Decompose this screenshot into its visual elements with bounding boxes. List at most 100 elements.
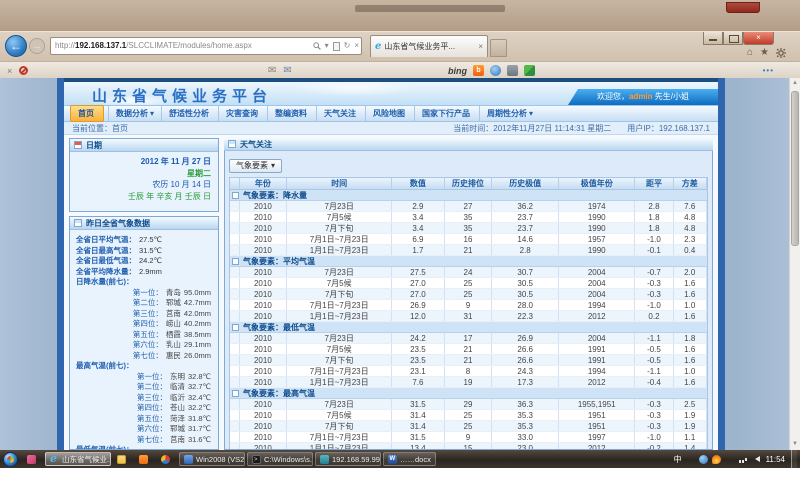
close-button[interactable]: × [743, 32, 774, 45]
group-checkbox[interactable] [232, 192, 239, 199]
group-checkbox[interactable] [232, 258, 239, 265]
table-row[interactable]: 2010 7月5候 27.0 25 30.5 2004 -0.3 [230, 278, 707, 289]
page-scrollbar[interactable]: ▲ ▼ [789, 78, 800, 450]
table-row[interactable]: 气象要素：降水量 [230, 190, 707, 201]
table-row[interactable]: 2010 7月1日~7月23日 31.5 9 33.0 1997 -1.0 [230, 432, 707, 443]
tray-icon[interactable] [686, 455, 695, 464]
cell-extreme: 26.6 [492, 344, 559, 354]
taskbar-task[interactable]: 山东省气候业... [45, 452, 111, 466]
taskbar-task[interactable]: 192.168.59.99... [315, 452, 381, 466]
search-icon[interactable] [313, 42, 321, 50]
nav-item[interactable]: 整编资料 [267, 106, 316, 121]
new-tab-button[interactable] [490, 39, 507, 57]
nav-item[interactable]: 数据分析 ▾ [108, 106, 161, 121]
table-row[interactable]: 2010 1月1日~7月23日 13.4 15 23.0 2012 -0.2 [230, 443, 707, 450]
nav-item[interactable]: 舒适性分析 [161, 106, 218, 121]
home-icon[interactable]: ⌂ [747, 47, 753, 58]
table-row[interactable]: 2010 7月1日~7月23日 6.9 16 14.6 1957 -1.0 [230, 234, 707, 245]
taskbar-task[interactable] [135, 452, 155, 466]
cell-anomaly: 1.8 [635, 223, 673, 233]
compatibility-view-icon[interactable] [333, 42, 340, 51]
scroll-down-arrow[interactable]: ▼ [790, 439, 800, 450]
table-row[interactable]: 2010 1月1日~7月23日 7.6 19 17.3 2012 -0.4 [230, 377, 707, 388]
table-row[interactable]: 气象要素：最高气温 [230, 388, 707, 399]
webpage: 山东省气候业务平台 欢迎您，admin 先生/小姐 首页 数据分析 [57, 78, 725, 450]
toolbar-app-icon-3[interactable] [524, 65, 535, 76]
table-row[interactable]: 2010 7月23日 2.9 27 36.2 1974 2.8 [230, 201, 707, 212]
tray-icon[interactable] [738, 455, 747, 464]
settings-gear-icon[interactable] [776, 48, 786, 58]
taskbar-task[interactable]: Win2008 (VS2... [179, 452, 245, 466]
tab-close-button[interactable]: × [478, 42, 483, 51]
taskbar-task[interactable] [113, 452, 133, 466]
show-desktop-button[interactable] [791, 450, 797, 468]
address-dropdown-caret[interactable]: ▾ [325, 38, 329, 54]
cell-rank: 25 [445, 421, 493, 431]
toolbar-more-icon[interactable]: ••• [763, 66, 774, 75]
taskbar-clock[interactable]: 11:54 [766, 455, 785, 464]
tray-icon[interactable] [699, 455, 708, 464]
table-row[interactable]: 2010 7月下旬 27.0 25 30.5 2004 -0.3 [230, 289, 707, 300]
toolbar-app-icon-1[interactable] [490, 65, 501, 76]
minimize-button[interactable] [703, 32, 723, 45]
bing-logo[interactable]: bing [448, 66, 467, 76]
nav-item[interactable]: 风险地图 [365, 106, 414, 121]
nav-item[interactable]: 首页 [70, 105, 104, 122]
table-row[interactable]: 气象要素：最低气温 [230, 322, 707, 333]
mail-icon[interactable]: ✉ [268, 65, 276, 76]
taskbar-task[interactable] [23, 452, 43, 466]
group-checkbox[interactable] [232, 390, 239, 397]
back-button[interactable]: ← [5, 35, 27, 57]
table-row[interactable]: 2010 7月23日 31.5 29 36.3 1955,1951 -0.3 [230, 399, 707, 410]
weather-stat: 全省日最低气温：24.2℃ [76, 256, 213, 267]
group-checkbox[interactable] [232, 324, 239, 331]
browser-tab[interactable]: e 山东省气候业务平... × [370, 35, 488, 57]
nav-item[interactable]: 天气关注 [316, 106, 365, 121]
calendar-ganzhi: 壬辰 年 辛亥 月 壬辰 日 [70, 191, 211, 203]
browser-action-icons: ⌂ ★ [747, 47, 786, 58]
table-row[interactable]: 2010 7月5候 31.4 25 35.3 1951 -0.3 [230, 410, 707, 421]
table-row[interactable]: 2010 7月5候 3.4 35 23.7 1990 1.8 4 [230, 212, 707, 223]
mail-icon-2[interactable]: ✉ [283, 65, 291, 76]
tray-icon[interactable] [751, 455, 760, 464]
tray-icon[interactable] [712, 455, 721, 464]
task-app-icon [50, 455, 59, 464]
table-row[interactable]: 2010 7月下旬 23.5 21 26.6 1991 -0.5 [230, 355, 707, 366]
taskbar-task[interactable] [157, 452, 177, 466]
table-row[interactable]: 2010 1月1日~7月23日 1.7 21 2.8 1990 -0.1 [230, 245, 707, 256]
bing-tile-icon[interactable]: b [473, 65, 484, 76]
table-row[interactable]: 2010 7月23日 24.2 17 26.9 2004 -1.1 [230, 333, 707, 344]
table-row[interactable]: 2010 7月下旬 3.4 35 23.7 1990 1.8 4 [230, 223, 707, 234]
background-window-close-button[interactable] [726, 2, 760, 13]
stop-button[interactable]: × [354, 38, 359, 54]
maximize-button[interactable] [723, 32, 743, 45]
row-spacer [230, 377, 240, 387]
table-row[interactable]: 2010 1月1日~7月23日 12.0 31 22.3 2012 0.2 [230, 311, 707, 322]
nav-item[interactable]: 国家下行产品 [414, 106, 479, 121]
table-row[interactable]: 2010 7月1日~7月23日 26.9 9 28.0 1994 -1.0 [230, 300, 707, 311]
nav-item[interactable]: 灾害查询 [218, 106, 267, 121]
background-window[interactable] [0, 0, 800, 31]
language-indicator[interactable]: 中 [674, 454, 682, 465]
blocked-icon[interactable] [19, 66, 28, 75]
refresh-button[interactable]: ↻ [344, 38, 351, 54]
forward-button[interactable]: → [29, 38, 45, 54]
tray-icon[interactable] [725, 455, 734, 464]
start-button[interactable] [3, 452, 18, 467]
table-row[interactable]: 2010 7月下旬 31.4 25 35.3 1951 -0.3 [230, 421, 707, 432]
nav-item[interactable]: 周期性分析 ▾ [479, 106, 540, 121]
scrollbar-thumb[interactable] [791, 91, 799, 246]
table-row[interactable]: 2010 7月1日~7月23日 23.1 8 24.3 1994 -1.1 [230, 366, 707, 377]
table-row[interactable]: 2010 7月5候 23.5 21 26.6 1991 -0.5 [230, 344, 707, 355]
element-filter-button[interactable]: 气象要素 ▾ [229, 159, 282, 173]
table-row[interactable]: 2010 7月23日 27.5 24 30.7 2004 -0.7 [230, 267, 707, 278]
toolbar-close-icon[interactable]: × [7, 66, 12, 76]
address-bar[interactable]: http://192.168.137.1/SLCCLIMATE/modules/… [50, 37, 362, 55]
favorites-star-icon[interactable]: ★ [760, 47, 769, 58]
scroll-up-arrow[interactable]: ▲ [790, 78, 800, 89]
toolbar-app-icon-2[interactable] [507, 65, 518, 76]
task-label: 山东省气候业... [62, 454, 111, 465]
taskbar-task[interactable]: C:\Windows\s... [247, 452, 313, 466]
taskbar-task[interactable]: ……docx [383, 452, 436, 466]
table-row[interactable]: 气象要素：平均气温 [230, 256, 707, 267]
